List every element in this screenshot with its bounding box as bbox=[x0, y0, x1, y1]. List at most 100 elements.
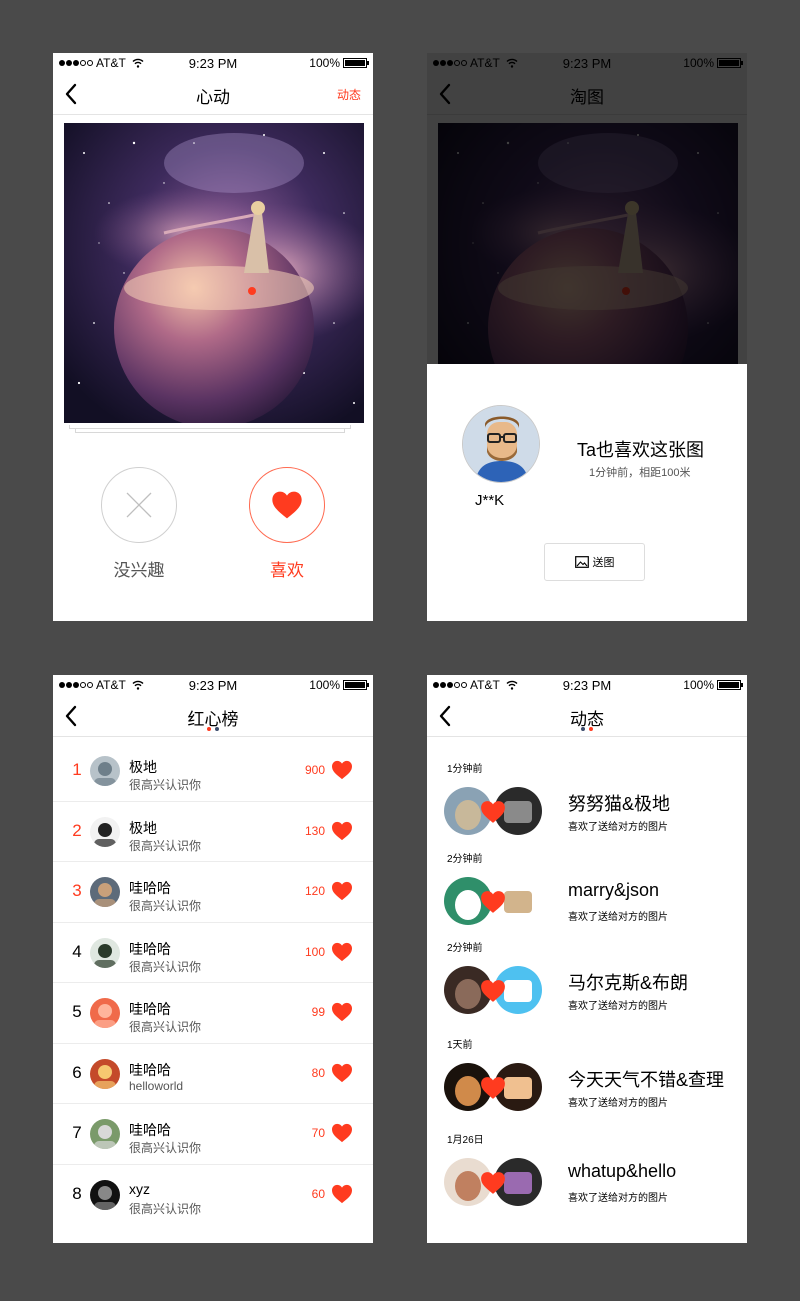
like-count: 70 bbox=[311, 1126, 325, 1140]
avatar[interactable] bbox=[90, 998, 120, 1028]
ranking-row[interactable]: 7 哇哈哈 很高兴认识你 70 bbox=[53, 1104, 373, 1165]
like-count: 120 bbox=[304, 884, 325, 898]
ranking-row[interactable]: 6 哇哈哈 helloworld 80 bbox=[53, 1044, 373, 1104]
feed-subtitle: 喜欢了送给对方的图片 bbox=[568, 822, 668, 833]
featured-photo[interactable] bbox=[64, 123, 364, 423]
feed-time: 2分钟前 bbox=[447, 943, 483, 954]
nav-bar: 动态 bbox=[427, 695, 747, 737]
user-name: 哇哈哈 bbox=[129, 940, 171, 957]
feed-title: whatup&hello bbox=[568, 1161, 677, 1181]
avatar[interactable] bbox=[90, 1058, 120, 1089]
user-bio: 很高兴认识你 bbox=[129, 1020, 202, 1034]
rank-number: 4 bbox=[72, 941, 82, 961]
battery-icon bbox=[343, 680, 369, 690]
feed-subtitle: 喜欢了送给对方的图片 bbox=[568, 912, 668, 923]
page-indicator bbox=[53, 727, 373, 731]
screen-ranking: AT&T 9:23 PM 100% 红心榜 1 极地 很高兴认识你 900 2 极地 很高兴… bbox=[53, 675, 373, 1243]
send-image-label: 送图 bbox=[592, 557, 615, 569]
like-label: 喜欢 bbox=[270, 561, 304, 580]
user-name: 哇哈哈 bbox=[129, 1061, 171, 1078]
avatar[interactable] bbox=[90, 877, 120, 907]
nav-bar: 心动 动态 bbox=[53, 73, 373, 115]
ranking-row[interactable]: 4 哇哈哈 很高兴认识你 100 bbox=[53, 923, 373, 983]
overlay-mask[interactable] bbox=[427, 53, 747, 364]
page-indicator bbox=[427, 727, 747, 731]
heart-icon[interactable] bbox=[331, 760, 353, 780]
ranking-row[interactable]: 8 xyz 很高兴认识你 60 bbox=[53, 1165, 373, 1226]
feed-title: 马尔克斯&布朗 bbox=[568, 973, 689, 993]
heart-icon[interactable] bbox=[331, 942, 353, 962]
rank-number: 7 bbox=[72, 1123, 82, 1142]
close-icon bbox=[126, 492, 152, 518]
battery-icon bbox=[717, 680, 743, 690]
dislike-label: 没兴趣 bbox=[113, 561, 165, 580]
card-stack-edge bbox=[69, 425, 351, 429]
ranking-row[interactable]: 5 哇哈哈很高兴认识你 99 bbox=[53, 983, 373, 1044]
user-bio: 很高兴认识你 bbox=[129, 778, 202, 792]
page-title: 心动 bbox=[196, 88, 230, 107]
user-name: 哇哈哈 bbox=[129, 1001, 171, 1017]
avatar[interactable] bbox=[90, 816, 120, 847]
card-stack-edge bbox=[75, 429, 345, 433]
screen-activity: AT&T 9:23 PM 100% 动态 1分钟前努努猫&极地喜欢了送给对方的图… bbox=[427, 675, 747, 1243]
heart-icon[interactable] bbox=[331, 821, 353, 841]
like-count: 100 bbox=[304, 944, 325, 959]
heart-icon[interactable] bbox=[331, 1063, 353, 1083]
feed-title: 努努猫&极地 bbox=[568, 794, 671, 814]
ranking-row[interactable]: 1 极地 很高兴认识你 900 bbox=[53, 741, 373, 802]
user-bio: helloworld bbox=[129, 1078, 184, 1093]
battery-percent: 100% bbox=[309, 678, 340, 692]
user-name: xyz bbox=[129, 1180, 150, 1197]
avatar[interactable] bbox=[462, 405, 540, 483]
dislike-button[interactable] bbox=[101, 467, 177, 543]
status-bar: AT&T 9:23 PM 100% bbox=[53, 53, 373, 73]
feed-time: 1月26日 bbox=[447, 1135, 484, 1146]
avatar[interactable] bbox=[90, 937, 120, 968]
avatar[interactable] bbox=[90, 1119, 120, 1149]
match-subtitle: 1分钟前，相距100米 bbox=[589, 467, 691, 479]
heart-icon[interactable] bbox=[331, 881, 353, 901]
feed-time: 1分钟前 bbox=[447, 764, 483, 775]
rank-number: 3 bbox=[72, 881, 82, 900]
like-button[interactable] bbox=[249, 467, 325, 543]
ranking-list: 1 极地 很高兴认识你 900 2 极地 很高兴认识你 130 3 哇哈哈 很高兴认识你 120 4 哇哈… bbox=[53, 741, 373, 1225]
avatar[interactable] bbox=[90, 756, 120, 786]
like-count: 99 bbox=[311, 1005, 325, 1019]
heart-icon[interactable] bbox=[331, 1184, 353, 1204]
feed-subtitle: 喜欢了送给对方的图片 bbox=[568, 1001, 668, 1012]
ranking-row[interactable]: 2 极地 很高兴认识你 130 bbox=[53, 802, 373, 862]
status-bar: AT&T 9:23 PM 100% bbox=[427, 675, 747, 695]
feed-time: 2分钟前 bbox=[447, 854, 483, 865]
heart-icon[interactable] bbox=[331, 1002, 353, 1022]
battery-percent: 100% bbox=[683, 678, 714, 692]
avatar[interactable] bbox=[90, 1179, 120, 1210]
status-bar: AT&T 9:23 PM 100% bbox=[53, 675, 373, 695]
battery-percent: 100% bbox=[309, 56, 340, 70]
heart-icon bbox=[480, 979, 506, 1003]
user-bio: 很高兴认识你 bbox=[129, 838, 202, 853]
user-bio: 很高兴认识你 bbox=[129, 1201, 202, 1216]
send-image-button[interactable]: 送图 bbox=[544, 543, 645, 581]
feed-title: 今天天气不错&查理 bbox=[568, 1070, 725, 1090]
activity-link[interactable]: 动态 bbox=[337, 86, 361, 103]
feed-subtitle: 喜欢了送给对方的图片 bbox=[568, 1098, 668, 1109]
heart-icon bbox=[271, 490, 303, 520]
heart-icon[interactable] bbox=[331, 1123, 353, 1143]
like-count: 130 bbox=[304, 823, 325, 838]
battery-icon bbox=[343, 58, 369, 68]
user-bio: 很高兴认识你 bbox=[129, 1141, 202, 1155]
match-popup: J**K Ta也喜欢这张图 1分钟前，相距100米 送图 bbox=[427, 364, 747, 621]
heart-icon bbox=[480, 1076, 506, 1100]
ranking-row[interactable]: 3 哇哈哈 很高兴认识你 120 bbox=[53, 862, 373, 923]
nav-bar: 红心榜 bbox=[53, 695, 373, 737]
rank-number: 6 bbox=[72, 1062, 82, 1082]
like-count: 60 bbox=[311, 1186, 325, 1201]
rank-number: 5 bbox=[72, 1002, 82, 1021]
rank-number: 8 bbox=[72, 1183, 82, 1203]
like-count: 900 bbox=[304, 763, 325, 777]
rank-number: 1 bbox=[72, 760, 82, 779]
rank-number: 2 bbox=[72, 820, 82, 840]
image-icon bbox=[574, 556, 589, 568]
feed-time: 1天前 bbox=[447, 1040, 473, 1051]
feed-subtitle: 喜欢了送给对方的图片 bbox=[568, 1193, 668, 1204]
